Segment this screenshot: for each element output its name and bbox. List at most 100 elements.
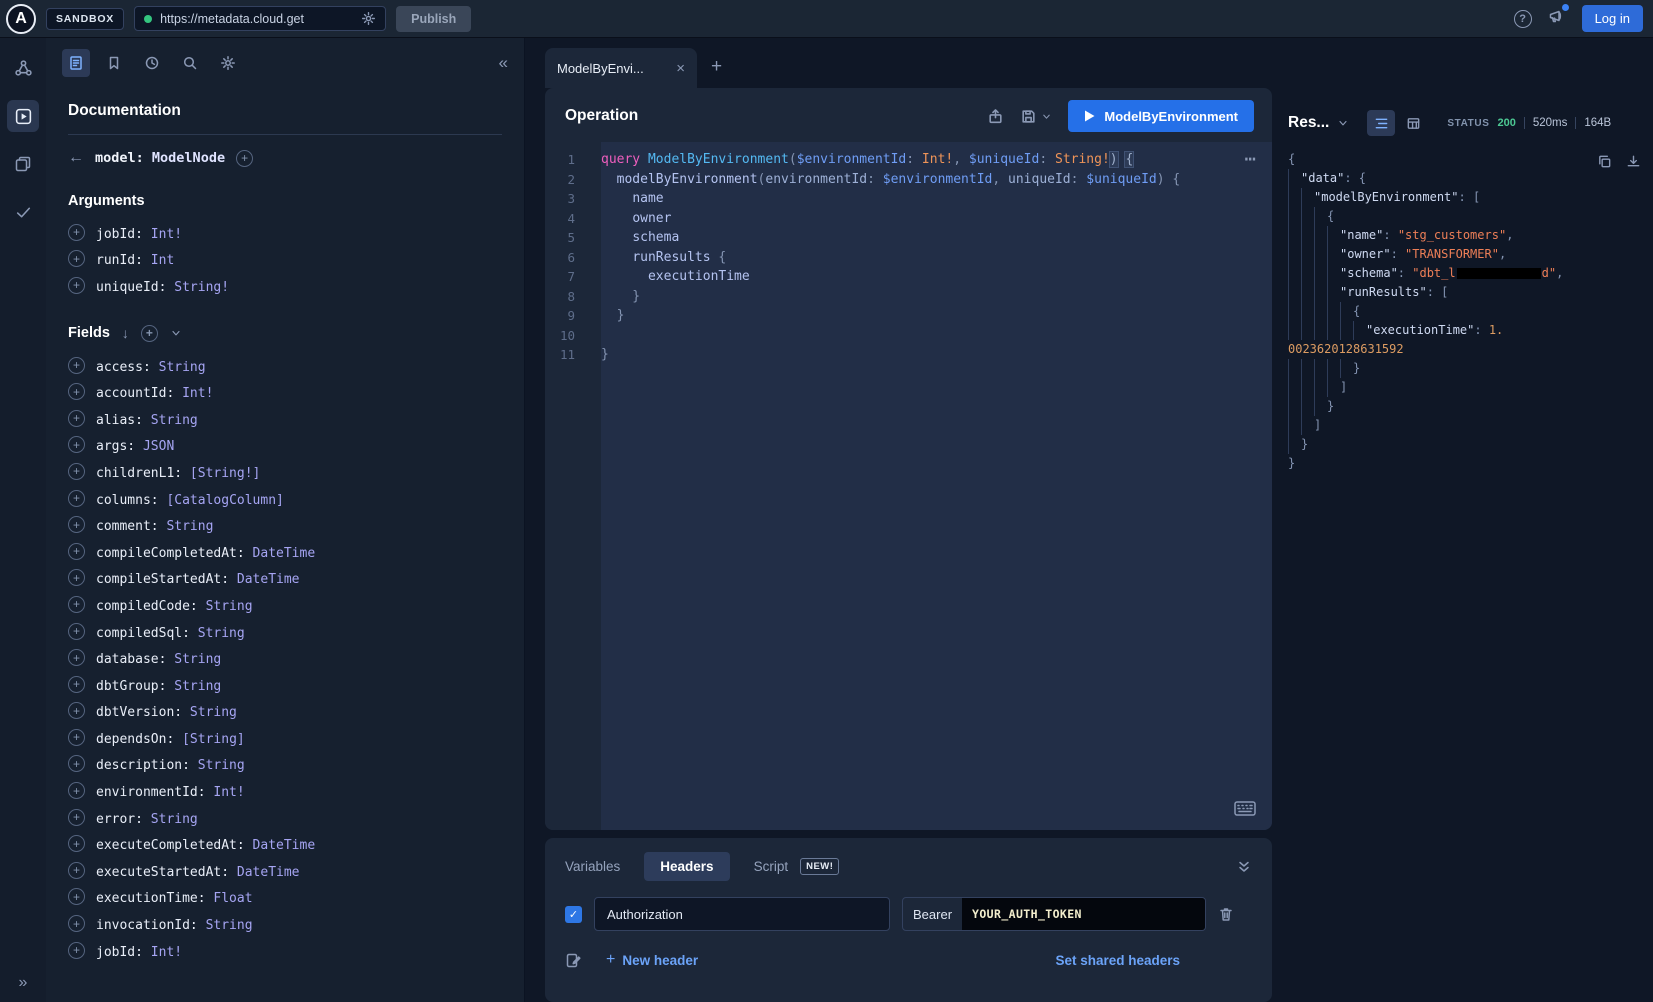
add-to-query-icon[interactable]: + (68, 277, 85, 294)
field-text[interactable]: access: String (96, 356, 206, 375)
field-type[interactable]: String (143, 413, 198, 428)
add-to-query-icon[interactable]: + (68, 915, 85, 932)
field-name[interactable]: jobId: (96, 227, 143, 242)
editor-options-icon[interactable]: ⋯ (1245, 150, 1256, 170)
apollo-logo[interactable]: A (6, 4, 36, 34)
editor-line[interactable]: 8 } (545, 287, 1272, 307)
field-name[interactable]: compiledCode: (96, 599, 198, 614)
add-all-fields-icon[interactable]: + (141, 325, 158, 342)
add-to-query-icon[interactable]: + (68, 596, 85, 613)
response-chevron-down-icon[interactable] (1337, 117, 1349, 129)
field-type[interactable]: DateTime (245, 838, 315, 853)
editor-line[interactable]: 1query ModelByEnvironment($environmentId… (545, 150, 1272, 170)
field-type[interactable]: String (166, 679, 221, 694)
field-type[interactable]: JSON (135, 439, 174, 454)
add-to-query-icon[interactable]: + (68, 809, 85, 826)
editor-line[interactable]: 5 schema (545, 228, 1272, 248)
field-name[interactable]: comment: (96, 519, 159, 534)
copy-response-icon[interactable] (1597, 154, 1612, 169)
field-name[interactable]: compileCompletedAt: (96, 546, 245, 561)
endpoint-url-input[interactable]: https://metadata.cloud.get (134, 6, 386, 31)
field-type[interactable]: String (151, 360, 206, 375)
field-name[interactable]: executionTime: (96, 891, 206, 906)
editor-line[interactable]: 10 (545, 326, 1272, 346)
share-icon[interactable] (987, 108, 1004, 125)
add-to-query-icon[interactable]: + (68, 410, 85, 427)
field-name[interactable]: dbtGroup: (96, 679, 166, 694)
field-text[interactable]: comment: String (96, 515, 213, 534)
rail-item-schema[interactable] (7, 52, 39, 84)
add-to-query-icon[interactable]: + (68, 702, 85, 719)
field-text[interactable]: executeStartedAt: DateTime (96, 861, 300, 880)
field-type[interactable]: String (190, 626, 245, 641)
editor-line[interactable]: 11} (545, 345, 1272, 365)
field-type[interactable]: String (159, 519, 214, 534)
field-type[interactable]: String (182, 705, 237, 720)
graphql-editor[interactable]: 1query ModelByEnvironment($environmentId… (545, 142, 1272, 830)
add-to-query-icon[interactable]: + (68, 729, 85, 746)
add-to-query-icon[interactable]: + (68, 782, 85, 799)
docs-tab-saved[interactable] (100, 49, 128, 77)
field-text[interactable]: executionTime: Float (96, 887, 253, 906)
field-type[interactable]: [CatalogColumn] (159, 493, 284, 508)
docs-tab-settings[interactable] (214, 49, 242, 77)
field-name[interactable]: childrenL1: (96, 466, 182, 481)
add-to-query-icon[interactable]: + (68, 490, 85, 507)
field-name[interactable]: compiledSql: (96, 626, 190, 641)
field-name[interactable]: columns: (96, 493, 159, 508)
field-name[interactable]: accountId: (96, 386, 174, 401)
new-tab-icon[interactable]: + (711, 56, 722, 78)
field-text[interactable]: alias: String (96, 409, 198, 428)
add-to-query-icon[interactable]: + (68, 516, 85, 533)
field-name[interactable]: runId: (96, 253, 143, 268)
editor-line[interactable]: 7 executionTime (545, 267, 1272, 287)
header-key-input[interactable] (594, 897, 890, 931)
operation-tab[interactable]: ModelByEnvi... × (545, 48, 697, 88)
field-text[interactable]: dbtGroup: String (96, 675, 221, 694)
editor-line[interactable]: 4 owner (545, 209, 1272, 229)
field-name[interactable]: description: (96, 758, 190, 773)
run-operation-button[interactable]: ModelByEnvironment (1068, 100, 1254, 132)
add-to-query-icon[interactable]: + (68, 436, 85, 453)
field-name[interactable]: environmentId: (96, 785, 206, 800)
field-type[interactable]: Int! (174, 386, 213, 401)
add-to-query-icon[interactable]: + (68, 463, 85, 480)
field-text[interactable]: jobId: Int! (96, 941, 182, 960)
field-name[interactable]: database: (96, 652, 166, 667)
field-type[interactable]: [String!] (182, 466, 260, 481)
field-type[interactable]: Int! (206, 785, 245, 800)
field-name[interactable]: executeStartedAt: (96, 865, 229, 880)
field-type[interactable]: DateTime (245, 546, 315, 561)
docs-tab-history[interactable] (138, 49, 166, 77)
publish-button[interactable]: Publish (396, 6, 471, 32)
field-type[interactable]: Int (143, 253, 174, 268)
editor-line[interactable]: 6 runResults { (545, 248, 1272, 268)
field-type[interactable]: Int! (143, 945, 182, 960)
editor-line[interactable]: 2 modelByEnvironment(environmentId: $env… (545, 170, 1272, 190)
field-type[interactable]: Float (206, 891, 253, 906)
field-name[interactable]: error: (96, 812, 143, 827)
edit-headers-document-icon[interactable] (565, 952, 582, 969)
field-name[interactable]: jobId: (96, 945, 143, 960)
field-name[interactable]: args: (96, 439, 135, 454)
add-to-query-icon[interactable]: + (68, 676, 85, 693)
field-text[interactable]: invocationId: String (96, 914, 253, 933)
docs-tab-search[interactable] (176, 49, 204, 77)
add-to-query-icon[interactable]: + (68, 942, 85, 959)
field-text[interactable]: dependsOn: [String] (96, 728, 245, 747)
collapse-panel-double-chevron-icon[interactable] (1236, 859, 1252, 875)
field-name[interactable]: alias: (96, 413, 143, 428)
field-type[interactable]: DateTime (229, 572, 299, 587)
table-view-button[interactable] (1399, 110, 1427, 136)
field-name[interactable]: uniqueId: (96, 280, 166, 295)
field-type[interactable]: String (166, 652, 221, 667)
editor-line[interactable]: 9 } (545, 306, 1272, 326)
field-type[interactable]: DateTime (229, 865, 299, 880)
field-type[interactable]: String! (166, 280, 229, 295)
field-name[interactable]: compileStartedAt: (96, 572, 229, 587)
field-type[interactable]: String (198, 599, 253, 614)
docs-tab-documentation[interactable] (62, 49, 90, 77)
add-to-query-icon[interactable]: + (68, 250, 85, 267)
close-tab-icon[interactable]: × (676, 60, 685, 77)
add-to-query-icon[interactable]: + (68, 569, 85, 586)
